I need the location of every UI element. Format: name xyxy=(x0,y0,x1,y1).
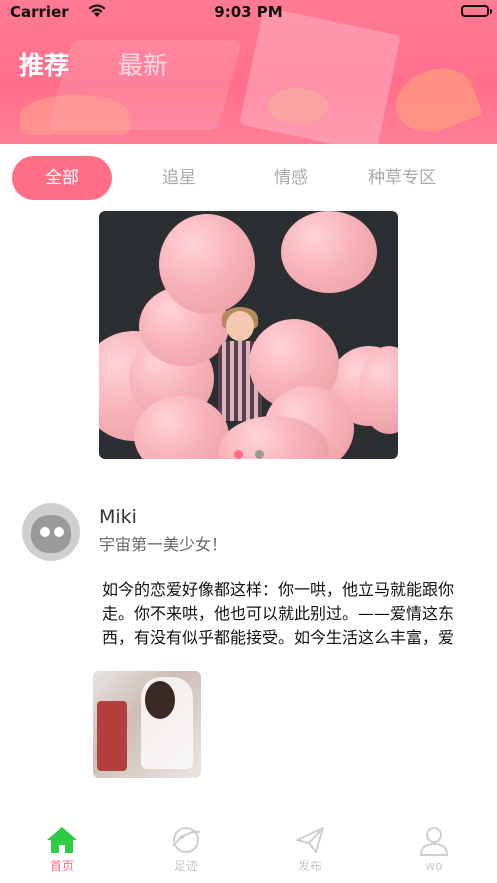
user-icon xyxy=(372,826,496,856)
tabbar-home-label: 首页 xyxy=(49,859,74,873)
header-decoration xyxy=(20,95,130,135)
tabbar-publish[interactable]: 发布 xyxy=(248,826,372,874)
tabbar-me[interactable]: wo xyxy=(372,826,496,873)
category-all[interactable]: 全部 xyxy=(12,156,112,200)
avatar[interactable] xyxy=(22,503,80,561)
header-decoration xyxy=(239,6,401,144)
header-decoration xyxy=(387,58,483,142)
battery-icon xyxy=(461,5,492,17)
tabbar-me-label: wo xyxy=(425,859,443,873)
paper-plane-icon xyxy=(248,826,372,854)
home-icon xyxy=(0,826,124,854)
category-tabs: 全部 追星 情感 种草专区 xyxy=(0,144,497,212)
tabbar-footprint-label: 足迹 xyxy=(173,859,198,873)
category-celebrity[interactable]: 追星 xyxy=(129,156,229,200)
status-bar: Carrier 9:03 PM xyxy=(0,0,497,24)
tab-bar: 首页 足迹 发布 wo xyxy=(0,818,497,883)
post-text[interactable]: 如今的恋爱好像都这样：你一哄，他立马就能跟你走。你不来哄，他也可以就此别过。——… xyxy=(102,578,464,652)
tabbar-home[interactable]: 首页 xyxy=(0,826,124,874)
post-image[interactable] xyxy=(93,671,201,778)
tabbar-publish-label: 发布 xyxy=(297,859,322,873)
tabbar-footprint[interactable]: 足迹 xyxy=(124,826,248,874)
header-decoration xyxy=(268,88,328,124)
status-time: 9:03 PM xyxy=(214,3,283,21)
header-banner: Carrier 9:03 PM 推荐 最新 xyxy=(0,0,497,144)
page-dot-active[interactable] xyxy=(233,450,243,459)
banner-carousel[interactable] xyxy=(99,211,398,459)
user-signature: 宇宙第一美少女！ xyxy=(99,535,228,554)
page-dot[interactable] xyxy=(254,450,264,459)
category-emotion[interactable]: 情感 xyxy=(241,156,341,200)
balloon xyxy=(281,211,377,293)
username[interactable]: Miki xyxy=(99,506,137,528)
page-indicator xyxy=(99,444,398,459)
balloon xyxy=(159,214,255,314)
tab-latest[interactable]: 最新 xyxy=(118,46,168,82)
planet-icon xyxy=(124,826,248,854)
category-recommend-zone[interactable]: 种草专区 xyxy=(350,156,454,200)
tab-recommended[interactable]: 推荐 xyxy=(19,46,69,82)
